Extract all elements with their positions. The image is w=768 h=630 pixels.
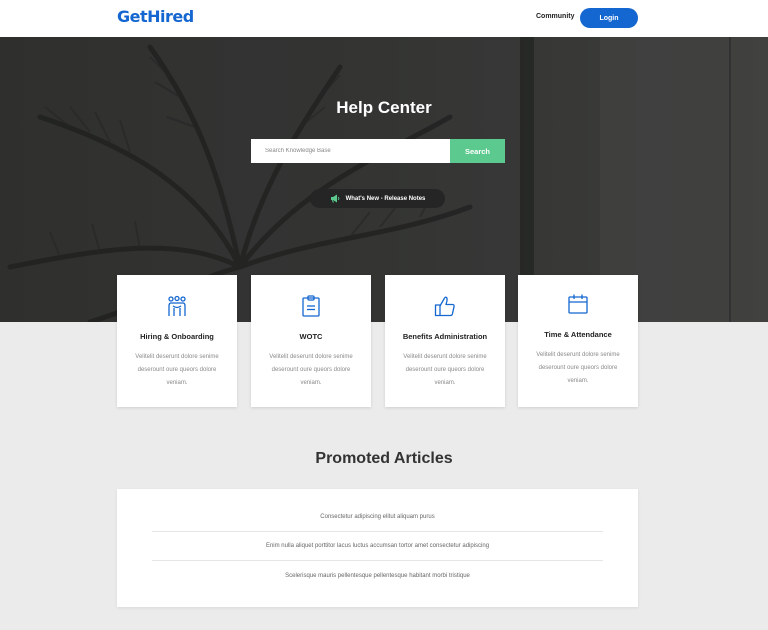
release-notes-label: What's New - Release Notes [345, 195, 426, 202]
search-input[interactable] [251, 139, 450, 163]
category-description: Velitelit deserunt dolore senime deserou… [269, 354, 353, 386]
promoted-article-link[interactable]: Scelerisque mauris pellentesque pellente… [152, 561, 603, 590]
thumbs-up-icon [434, 296, 455, 317]
login-button[interactable]: Login [580, 8, 638, 28]
team-icon [168, 295, 186, 316]
category-card-time-attendance[interactable]: Time & Attendance Velitelit deserunt dol… [518, 275, 638, 407]
promoted-articles-list: Consectetur adipiscing elitut aliquam pu… [117, 489, 638, 607]
category-title: WOTC [299, 332, 323, 341]
category-title: Benefits Administration [402, 332, 488, 341]
knowledge-base-search: Search [251, 139, 505, 163]
category-title: Hiring & Onboarding [140, 332, 214, 341]
release-notes-button[interactable]: What's New - Release Notes [310, 189, 445, 208]
category-card-hiring-onboarding[interactable]: Hiring & Onboarding Velitelit deserunt d… [117, 275, 237, 407]
plant-background-image [0, 37, 768, 322]
clipboard-icon [302, 295, 320, 317]
megaphone-icon [330, 194, 339, 203]
category-description: Velitelit deserunt dolore senime deserou… [135, 354, 219, 386]
category-description: Velitelit deserunt dolore senime deserou… [536, 352, 620, 384]
top-navigation: GetHired Community Login [0, 0, 768, 37]
promoted-article-link[interactable]: Consectetur adipiscing elitut aliquam pu… [152, 503, 603, 532]
promoted-articles-heading: Promoted Articles [315, 450, 453, 467]
category-title: Time & Attendance [544, 330, 612, 339]
promoted-article-link[interactable]: Enim nulla aliquet porttitor lacus luctu… [152, 532, 603, 561]
community-link[interactable]: Community [536, 13, 575, 20]
category-description: Velitelit deserunt dolore senime deserou… [403, 354, 487, 386]
calendar-icon [568, 294, 588, 314]
help-center-title: Help Center [336, 98, 432, 117]
gethired-logo[interactable]: GetHired [117, 7, 194, 26]
category-card-benefits-administration[interactable]: Benefits Administration Velitelit deseru… [385, 275, 505, 407]
search-button[interactable]: Search [450, 139, 505, 163]
hero-banner: Help Center Search What's New - Release … [0, 37, 768, 322]
category-card-wotc[interactable]: WOTC Velitelit deserunt dolore senime de… [251, 275, 371, 407]
